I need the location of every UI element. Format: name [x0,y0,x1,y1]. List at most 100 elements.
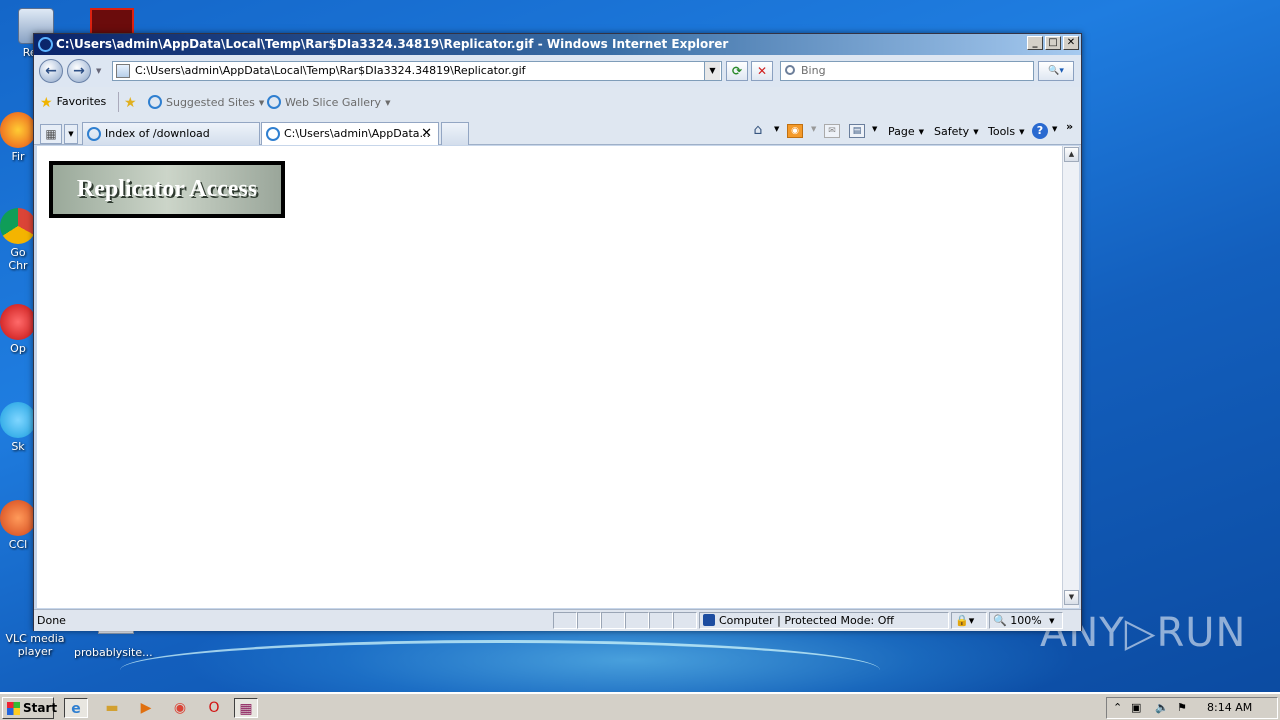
computer-zone-icon [703,614,715,626]
stop-button[interactable]: ✕ [751,61,773,81]
dropdown-arrow-icon: ▼ [918,128,925,136]
minimize-button[interactable]: _ [1027,36,1043,50]
feeds-icon[interactable]: ◉ [787,124,803,138]
desktop-icon-label: VLC media player [5,632,65,658]
back-arrow-icon: ← [45,63,57,79]
desktop-icon-label: Fir [11,150,25,163]
back-button[interactable]: ← [39,59,63,83]
status-panel [649,612,673,629]
home-dropdown-icon[interactable]: ▼ [774,125,779,133]
web-slice-gallery-link[interactable]: Web Slice Gallery ▼ [267,95,390,109]
suggested-sites-link[interactable]: Suggested Sites ▼ [148,95,264,109]
status-text: Done [37,614,66,627]
taskbar: Start e ▬ ▶ ◉ O ▦ ⌃ ▣ 🔈 ⚑ 8:14 AM [0,692,1280,720]
desktop-icon-ccleaner[interactable]: CCl [0,500,36,551]
maximize-button[interactable]: □ [1045,36,1061,50]
opera-icon [0,304,36,340]
title-bar[interactable]: C:\Users\admin\AppData\Local\Temp\Rar$DI… [34,34,1081,55]
taskbar-chrome[interactable]: ◉ [168,698,192,718]
ie-icon: e [71,701,81,717]
winrar-icon: ▦ [239,701,253,717]
dropdown-arrow-icon: ▼ [1019,128,1025,136]
safety-menu[interactable]: Safety ▼ [934,125,979,138]
search-icon [785,65,795,75]
desktop-icon-chrome[interactable]: Go Chr [0,208,36,272]
address-dropdown-icon[interactable]: ▼ [704,62,720,80]
media-player-icon: ▶ [140,700,152,716]
favorites-button[interactable]: ★ Favorites [40,95,106,111]
network-icon[interactable]: ▣ [1131,698,1141,718]
scroll-down-icon[interactable]: ▼ [1064,590,1079,605]
print-icon[interactable]: ▤ [849,124,865,138]
tools-menu[interactable]: Tools ▼ [988,125,1025,138]
show-hidden-icons[interactable]: ⌃ [1113,698,1122,718]
dropdown-arrow-icon: ▼ [385,99,391,107]
status-panel [601,612,625,629]
action-center-flag-icon[interactable]: ⚑ [1177,698,1187,718]
lock-icon: 🔒▾ [955,614,975,627]
recent-pages-dropdown-icon[interactable]: ▼ [96,67,101,75]
more-commands-icon[interactable]: » [1066,120,1073,133]
window-title: C:\Users\admin\AppData\Local\Temp\Rar$DI… [56,37,729,51]
tab-index-download[interactable]: Index of /download [82,122,260,145]
taskbar-media-player[interactable]: ▶ [134,698,158,718]
help-dropdown-icon[interactable]: ▼ [1052,125,1057,133]
zoom-button[interactable]: 🔍 100% ▼ [989,612,1063,629]
forward-arrow-icon: → [73,63,85,79]
ie-page-icon [266,127,280,141]
desktop-icon-vlc[interactable]: VLC media player [5,632,65,658]
address-text: C:\Users\admin\AppData\Local\Temp\Rar$DI… [135,64,526,77]
skype-icon [0,402,36,438]
taskbar-opera[interactable]: O [202,698,226,718]
page-content: Replicator Access [37,146,1062,608]
scroll-up-icon[interactable]: ▲ [1064,147,1079,162]
desktop-icon-file[interactable]: probablysite... [74,628,153,659]
home-icon[interactable]: ⌂ [750,123,766,138]
search-button[interactable]: 🔍▾ [1038,61,1074,81]
ccleaner-icon [0,500,36,536]
safety-menu-label: Safety [934,125,970,138]
tab-replicator-gif[interactable]: C:\Users\admin\AppData... ✕ [261,122,439,145]
taskbar-winrar[interactable]: ▦ [234,698,258,718]
desktop-icon-firefox[interactable]: Fir [0,112,36,163]
status-panel [625,612,649,629]
desktop-icon-skype[interactable]: Sk [0,402,36,453]
tab-bar: ▦ ▼ Index of /download C:\Users\admin\Ap… [34,117,1081,145]
suggested-sites-label: Suggested Sites [166,96,255,109]
search-input[interactable]: Bing [780,61,1034,81]
clock[interactable]: 8:14 AM [1207,698,1252,718]
ie-page-icon [148,95,162,109]
tab-list-dropdown[interactable]: ▼ [64,124,78,144]
desktop-icon-label: Go Chr [8,246,28,272]
ie-logo-icon [38,37,53,52]
search-placeholder: Bing [801,64,826,77]
security-zone[interactable]: Computer | Protected Mode: Off [699,612,949,629]
forward-button[interactable]: → [67,59,91,83]
taskbar-explorer[interactable]: ▬ [100,698,124,718]
address-bar[interactable]: C:\Users\admin\AppData\Local\Temp\Rar$DI… [112,61,722,81]
status-bar: Done Computer | Protected Mode: Off 🔒▾ 🔍… [34,609,1081,631]
add-favorites-button[interactable]: ★ [124,95,141,111]
quick-tabs-button[interactable]: ▦ [40,124,62,144]
start-label: Start [23,701,58,715]
quick-tabs-icon: ▦ [45,127,57,141]
firefox-icon [0,112,36,148]
taskbar-ie[interactable]: e [64,698,88,718]
close-tab-icon[interactable]: ✕ [421,123,432,144]
new-tab-button[interactable] [441,122,469,145]
close-button[interactable]: ✕ [1063,36,1079,50]
help-icon[interactable]: ? [1032,123,1048,139]
vertical-scrollbar[interactable]: ▲ ▼ [1062,146,1079,608]
print-dropdown-icon[interactable]: ▼ [872,125,877,133]
desktop-icon-opera[interactable]: Op [0,304,36,355]
page-menu[interactable]: Page ▼ [888,125,924,138]
desktop-icon-label: Sk [11,440,25,453]
start-button[interactable]: Start [2,697,58,719]
tools-menu-label: Tools [988,125,1016,138]
volume-icon[interactable]: 🔈 [1155,698,1169,718]
chrome-icon [0,208,36,244]
dropdown-arrow-icon: ▼ [68,130,74,138]
read-mail-icon: ✉ [824,124,840,138]
protected-mode-button[interactable]: 🔒▾ [951,612,987,629]
refresh-button[interactable]: ⟳ [726,61,748,81]
